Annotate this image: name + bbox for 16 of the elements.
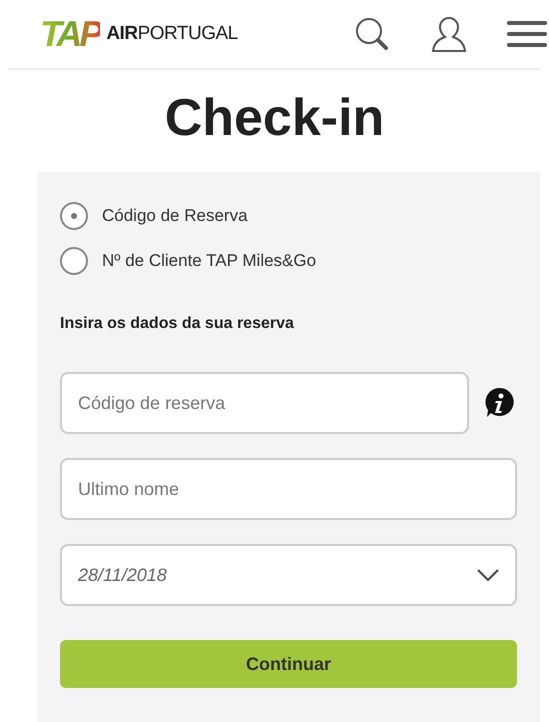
radio-label: Nº de Cliente TAP Miles&Go [102,250,316,272]
date-select[interactable]: 28/11/2018 [60,544,517,606]
info-icon[interactable] [483,387,515,419]
radio-button[interactable] [60,202,88,230]
instruction-text: Insira os dados da sua reserva [60,314,295,334]
chevron-down-icon [477,569,499,581]
user-icon[interactable] [429,15,469,53]
page-title: Check-in [164,92,386,144]
search-icon[interactable] [353,15,391,53]
input-field[interactable]: Código de reserva [60,372,469,434]
radio-label: Código de Reserva [102,205,248,228]
continue-button[interactable]: Continuar [60,640,517,688]
radio-button[interactable] [60,247,88,275]
logo-text: AIRPORTUGAL [106,22,238,46]
menu-icon[interactable] [507,19,547,49]
input-field[interactable]: Ultimo nome [60,458,517,520]
